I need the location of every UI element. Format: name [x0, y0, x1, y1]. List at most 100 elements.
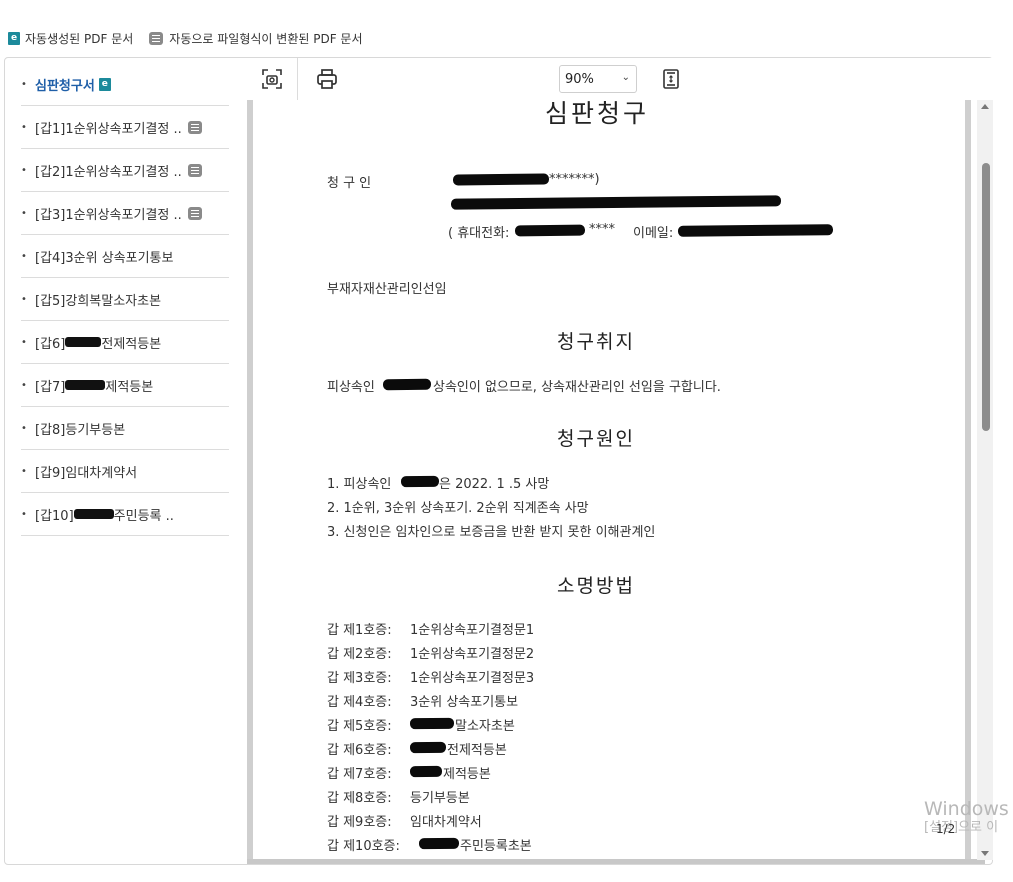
evidence-no: 갑 제4호증: [327, 695, 392, 710]
redaction-mark [418, 837, 460, 850]
bullet-icon: • [21, 336, 27, 348]
sidebar-item-11[interactable]: • [갑10] 주민등록 .. [21, 493, 229, 536]
redaction-mark [73, 509, 114, 519]
converted-pdf-icon [187, 163, 202, 177]
sidebar-item-label: 심판청구서 [35, 78, 95, 94]
sidebar-item-label-pre: [갑10] [35, 508, 74, 524]
redaction-mark [452, 173, 550, 186]
evidence-no: 갑 제6호증: [327, 743, 392, 758]
viewer-bottom-gutter [247, 859, 985, 864]
sidebar-item-10[interactable]: • [갑9]임대차계약서 [21, 450, 229, 493]
chevron-down-icon: ⌄ [621, 72, 630, 83]
scroll-up-icon[interactable] [981, 104, 989, 109]
sidebar-item-label-pre: [갑6] [35, 336, 66, 352]
bullet-icon: • [21, 293, 27, 305]
cause-3: 3. 신청인은 임차인으로 보증금을 반환 받지 못한 이해관계인 [327, 525, 656, 540]
sidebar-item-8[interactable]: • [갑7] 제적등본 [21, 364, 229, 407]
fit-page-button[interactable] [657, 65, 685, 93]
email-label: 이메일: [633, 226, 674, 241]
sidebar-item-1[interactable]: • 심판청구서 e [21, 63, 229, 106]
legend-auto-label: 자동생성된 PDF 문서 [25, 31, 134, 46]
sidebar-item-label: [갑8]등기부등본 [35, 422, 126, 438]
section-claim-cause: 청구원인 [557, 428, 635, 450]
sidebar-item-label: [갑2]1순위상속포기결정 .. [35, 164, 182, 180]
bullet-icon: • [21, 121, 27, 133]
claimant-label: 청 구 인 [327, 176, 372, 191]
print-button[interactable] [313, 65, 341, 93]
sidebar-item-2[interactable]: • [갑1]1순위상속포기결정 .. [21, 106, 229, 149]
legend: e 자동생성된 PDF 문서 자동으로 파일형식이 변환된 PDF 문서 [8, 28, 379, 48]
evidence-no: 갑 제5호증: [327, 719, 392, 734]
document-viewer-frame: • 심판청구서 e • [갑1]1순위상속포기결정 .. • [갑2]1순위상속… [4, 57, 993, 865]
document-content: 심판청구 청 구 인 *******) ( 휴대전화: **** 이메일: 부재… [253, 100, 965, 860]
evidence-no: 갑 제7호증: [327, 767, 392, 782]
legend-auto: e 자동생성된 PDF 문서 [8, 30, 133, 47]
redaction-mark [409, 717, 455, 730]
toolbar-separator [297, 58, 298, 100]
auto-generated-pdf-icon: e [8, 31, 20, 45]
phone-suffix: **** [589, 222, 615, 237]
zoom-select[interactable]: 90% ⌄ [559, 65, 637, 93]
redaction-mark [409, 741, 447, 754]
sidebar-item-5[interactable]: • [갑4]3순위 상속포기통보 [21, 235, 229, 278]
sidebar-item-7[interactable]: • [갑6] 전제적등본 [21, 321, 229, 364]
sidebar-item-6[interactable]: • [갑5]강희복말소자초본 [21, 278, 229, 321]
bullet-icon: • [21, 379, 27, 391]
sidebar-item-label: [갑1]1순위상속포기결정 .. [35, 121, 182, 137]
evidence-desc: 전제적등본 [447, 743, 507, 758]
evidence-desc: 3순위 상속포기통보 [410, 695, 519, 710]
evidence-desc: 주민등록초본 [460, 839, 532, 854]
legend-conv-label: 자동으로 파일형식이 변환된 PDF 문서 [169, 31, 363, 46]
evidence-no: 갑 제10호증: [327, 839, 400, 854]
screenshot-capture-icon [262, 69, 282, 89]
doc-subject: 부재자재산관리인선임 [327, 282, 447, 297]
sidebar-item-label-pre: [갑7] [35, 379, 66, 395]
cause-2: 2. 1순위, 3순위 상속포기. 2순위 직계존속 사망 [327, 501, 589, 516]
claimant-suffix: *******) [549, 172, 600, 187]
vertical-scrollbar[interactable] [977, 100, 993, 860]
redaction-mark [409, 765, 443, 778]
bullet-icon: • [21, 207, 27, 219]
scroll-down-icon[interactable] [981, 851, 989, 856]
redaction-mark [514, 224, 586, 237]
evidence-no: 갑 제8호증: [327, 791, 392, 806]
evidence-no: 갑 제1호증: [327, 623, 392, 638]
watermark-line1: Windows [924, 798, 1009, 820]
converted-pdf-icon [187, 120, 202, 134]
evidence-no: 갑 제3호증: [327, 671, 392, 686]
screenshot-capture-button[interactable] [258, 65, 286, 93]
sidebar-item-label: [갑9]임대차계약서 [35, 465, 138, 481]
bullet-icon: • [21, 78, 27, 90]
redaction-mark [382, 378, 432, 391]
sidebar-item-label-post: 제적등본 [105, 379, 154, 395]
doc-title: 심판청구 [545, 100, 650, 128]
redaction-mark [65, 337, 102, 347]
sidebar-item-label: [갑4]3순위 상속포기통보 [35, 250, 174, 266]
viewer-right-gutter [965, 100, 971, 860]
evidence-desc: 말소자초본 [455, 719, 515, 734]
page-indicator: 1/2 [936, 822, 956, 836]
sidebar-item-3[interactable]: • [갑2]1순위상속포기결정 .. [21, 149, 229, 192]
sidebar-item-label: [갑5]강희복말소자초본 [35, 293, 162, 309]
redaction-mark [677, 224, 834, 237]
sidebar-item-4[interactable]: • [갑3]1순위상속포기결정 .. [21, 192, 229, 235]
claim-purpose-post: 상속인이 없으므로, 상속재산관리인 선임을 구합니다. [433, 380, 721, 395]
converted-pdf-icon [187, 206, 202, 220]
converted-pdf-icon [149, 31, 164, 45]
sidebar-item-9[interactable]: • [갑8]등기부등본 [21, 407, 229, 450]
cause-1-pre: 1. 피상속인 [327, 477, 392, 492]
printer-icon [317, 69, 337, 89]
redaction-mark [400, 475, 440, 488]
sidebar-item-label: [갑3]1순위상속포기결정 .. [35, 207, 182, 223]
evidence-desc: 1순위상속포기결정문2 [410, 647, 535, 662]
section-claim-purpose: 청구취지 [557, 331, 635, 353]
evidence-no: 갑 제2호증: [327, 647, 392, 662]
scrollbar-thumb[interactable] [982, 163, 990, 431]
evidence-desc: 1순위상속포기결정문1 [410, 623, 535, 638]
evidence-no: 갑 제9호증: [327, 815, 392, 830]
redaction-mark [450, 195, 782, 210]
fit-page-icon [663, 69, 679, 89]
bullet-icon: • [21, 465, 27, 477]
document-list-sidebar: • 심판청구서 e • [갑1]1순위상속포기결정 .. • [갑2]1순위상속… [5, 58, 247, 864]
cause-1-post: 은 2022. 1 .5 사망 [439, 477, 550, 492]
